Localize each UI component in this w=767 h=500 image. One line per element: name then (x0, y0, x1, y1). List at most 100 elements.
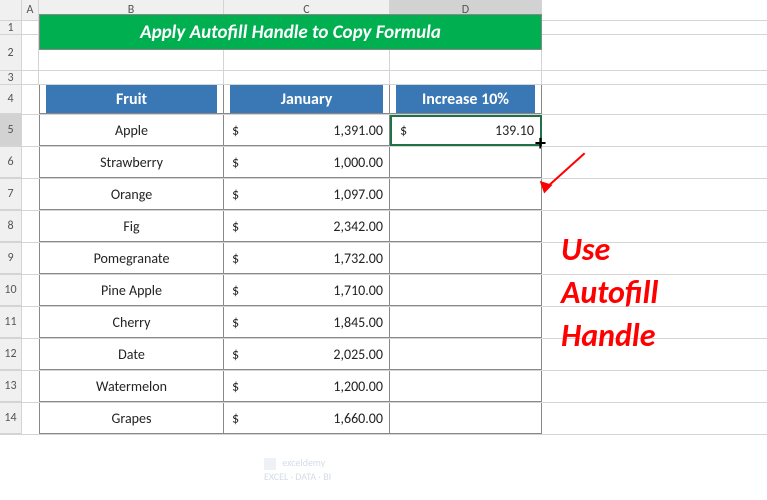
header-increase: Increase 10% (396, 85, 535, 113)
row-13-header[interactable]: 13 (0, 371, 22, 402)
cell-C3[interactable] (224, 71, 390, 84)
cell-A6[interactable] (22, 147, 39, 178)
cell-D6[interactable] (390, 147, 542, 178)
cell-B12[interactable]: Date (39, 339, 224, 370)
row-1-header[interactable]: 1 (0, 21, 22, 34)
cell-A2[interactable] (22, 35, 39, 70)
row-4-header[interactable]: 4 (0, 85, 22, 114)
watermark-brand: exceldemy (282, 456, 325, 469)
cell-B7[interactable]: Orange (39, 179, 224, 210)
row-3: 3 (0, 71, 767, 85)
row-12-header[interactable]: 12 (0, 339, 22, 370)
amount: 1,845.00 (230, 314, 383, 331)
cell-D7[interactable] (390, 179, 542, 210)
cell-B9[interactable]: Pomegranate (39, 243, 224, 274)
amount: 1,391.00 (230, 122, 383, 139)
cell-D9[interactable] (390, 243, 542, 274)
amount: 2,342.00 (230, 218, 383, 235)
row-10-header[interactable]: 10 (0, 275, 22, 306)
cell-B11[interactable]: Cherry (39, 307, 224, 338)
currency-symbol: $ (232, 346, 239, 363)
cell-B10[interactable]: Pine Apple (39, 275, 224, 306)
cell-C8[interactable]: $2,342.00 (224, 211, 390, 242)
table-row: 5Apple$1,391.00$139.10+ (0, 115, 767, 147)
cell-C4[interactable]: January (224, 85, 390, 114)
watermark-logo-icon (264, 458, 276, 470)
cell-B3[interactable] (39, 71, 224, 84)
annotation-text: Use Autofill Handle (561, 228, 658, 358)
cell-B6[interactable]: Strawberry (39, 147, 224, 178)
currency-symbol: $ (400, 122, 407, 139)
table-row: 14Grapes$1,660.00 (0, 403, 767, 435)
page-title: Apply Autofill Handle to Copy Formula (39, 14, 542, 50)
row-11-header[interactable]: 11 (0, 307, 22, 338)
select-all-corner[interactable] (0, 0, 22, 20)
table-row: 7Orange$1,097.00 (0, 179, 767, 211)
currency-symbol: $ (232, 378, 239, 395)
currency-symbol: $ (232, 282, 239, 299)
cell-A3[interactable] (22, 71, 39, 84)
cell-A4[interactable] (22, 85, 39, 114)
cell-D11[interactable] (390, 307, 542, 338)
cell-D10[interactable] (390, 275, 542, 306)
header-fruit: Fruit (46, 85, 217, 113)
currency-symbol: $ (232, 314, 239, 331)
cell-C5[interactable]: $1,391.00 (224, 115, 390, 146)
cell-A13[interactable] (22, 371, 39, 402)
cell-D4[interactable]: Increase 10% (390, 85, 542, 114)
row-2-header[interactable]: 2 (0, 35, 22, 70)
cell-A10[interactable] (22, 275, 39, 306)
row-7-header[interactable]: 7 (0, 179, 22, 210)
cell-B14[interactable]: Grapes (39, 403, 224, 434)
cell-A1[interactable] (22, 21, 39, 34)
cell-C11[interactable]: $1,845.00 (224, 307, 390, 338)
cell-C7[interactable]: $1,097.00 (224, 179, 390, 210)
spreadsheet-grid[interactable]: A B C D 1 2 3 4 Fruit January Increase 1… (0, 0, 767, 435)
cell-B4[interactable]: Fruit (39, 85, 224, 114)
cell-B5[interactable]: Apple (39, 115, 224, 146)
cell-D5[interactable]: $139.10+ (390, 115, 542, 146)
table-row: 6Strawberry$1,000.00 (0, 147, 767, 179)
row-6-header[interactable]: 6 (0, 147, 22, 178)
cell-C13[interactable]: $1,200.00 (224, 371, 390, 402)
cell-A5[interactable] (22, 115, 39, 146)
row-9-header[interactable]: 9 (0, 243, 22, 274)
cell-D14[interactable] (390, 403, 542, 434)
amount: 1,200.00 (230, 378, 383, 395)
currency-symbol: $ (232, 186, 239, 203)
currency-symbol: $ (232, 250, 239, 267)
row-14-header[interactable]: 14 (0, 403, 22, 434)
annotation-line3: Handle (561, 314, 658, 357)
cell-B13[interactable]: Watermelon (39, 371, 224, 402)
currency-symbol: $ (232, 154, 239, 171)
row-3-header[interactable]: 3 (0, 71, 22, 84)
annotation-line2: Autofill (561, 271, 658, 314)
watermark: exceldemy EXCEL · DATA · BI (264, 456, 331, 483)
cell-C12[interactable]: $2,025.00 (224, 339, 390, 370)
cell-A11[interactable] (22, 307, 39, 338)
cell-C6[interactable]: $1,000.00 (224, 147, 390, 178)
currency-symbol: $ (232, 410, 239, 427)
amount: 1,000.00 (230, 154, 383, 171)
cell-C10[interactable]: $1,710.00 (224, 275, 390, 306)
cell-D13[interactable] (390, 371, 542, 402)
col-A-header[interactable]: A (22, 0, 39, 20)
cell-D8[interactable] (390, 211, 542, 242)
cell-B8[interactable]: Fig (39, 211, 224, 242)
cell-A9[interactable] (22, 243, 39, 274)
cell-A8[interactable] (22, 211, 39, 242)
header-january: January (230, 85, 383, 113)
cell-A14[interactable] (22, 403, 39, 434)
amount: 1,097.00 (230, 186, 383, 203)
cell-C9[interactable]: $1,732.00 (224, 243, 390, 274)
cell-C14[interactable]: $1,660.00 (224, 403, 390, 434)
amount: 139.10 (398, 122, 534, 139)
cell-D12[interactable] (390, 339, 542, 370)
cell-A7[interactable] (22, 179, 39, 210)
row-5-header[interactable]: 5 (0, 115, 22, 146)
annotation-line1: Use (561, 228, 658, 271)
cell-D3[interactable] (390, 71, 542, 84)
cell-A12[interactable] (22, 339, 39, 370)
row-8-header[interactable]: 8 (0, 211, 22, 242)
amount: 1,660.00 (230, 410, 383, 427)
